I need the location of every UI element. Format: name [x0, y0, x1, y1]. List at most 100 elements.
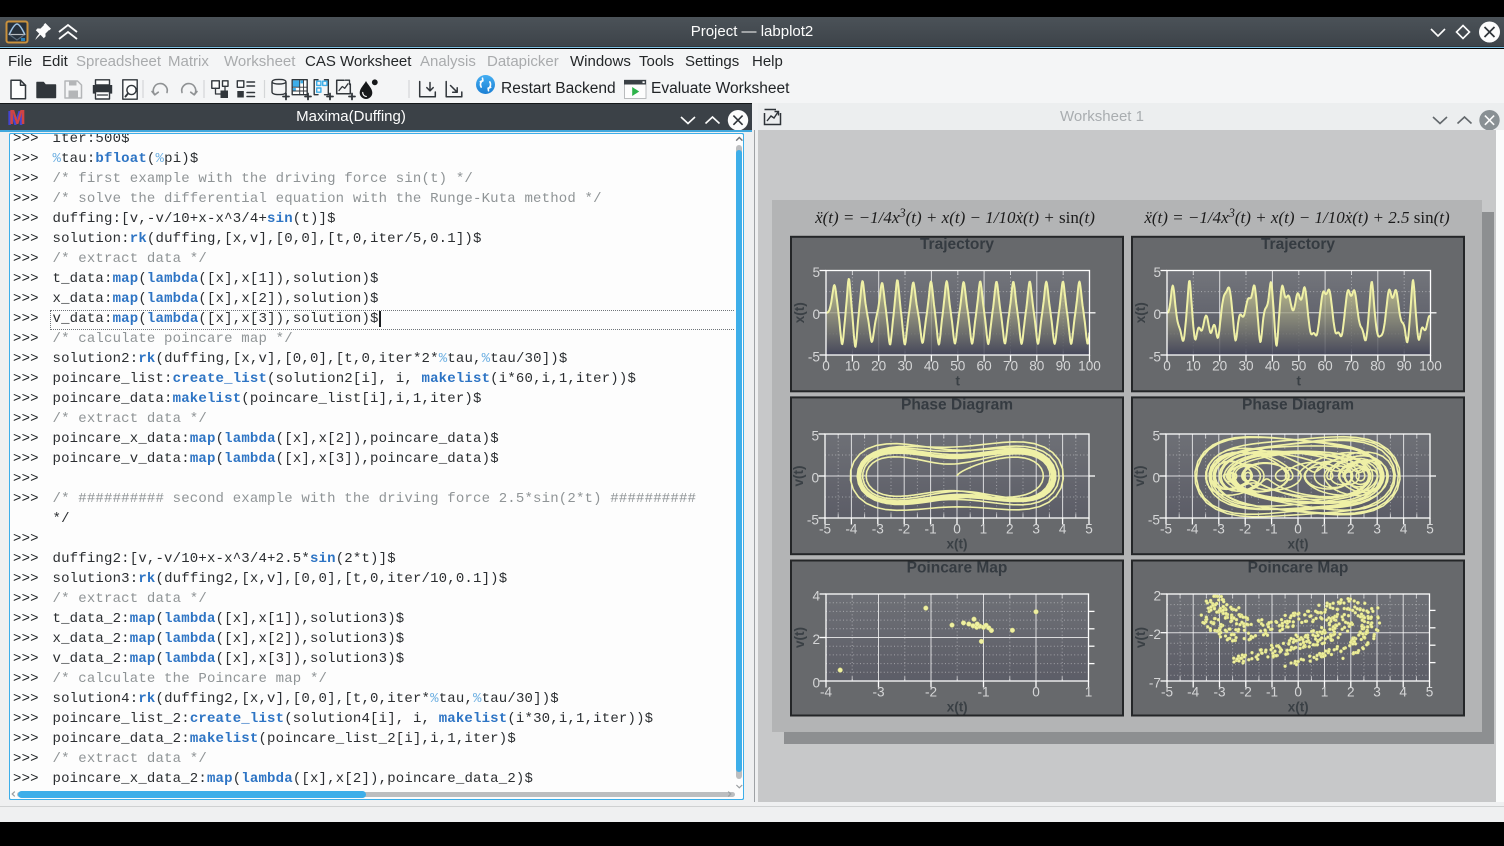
svg-text:-4: -4: [1186, 522, 1199, 537]
svg-text:50: 50: [1291, 359, 1307, 374]
svg-text:-2: -2: [1239, 522, 1251, 537]
svg-text:80: 80: [1370, 359, 1386, 374]
svg-text:0: 0: [1032, 685, 1040, 700]
svg-text:-2: -2: [1149, 627, 1161, 642]
svg-text:-2: -2: [925, 685, 937, 700]
svg-text:10: 10: [1186, 359, 1202, 374]
svg-text:x(t): x(t): [947, 537, 968, 552]
svg-text:v(t): v(t): [791, 466, 806, 487]
svg-text:-3: -3: [872, 685, 884, 700]
svg-text:70: 70: [1003, 359, 1019, 374]
svg-text:x(t): x(t): [1288, 700, 1309, 715]
svg-text:2: 2: [1153, 589, 1161, 604]
svg-text:-7: -7: [1149, 676, 1161, 691]
svg-text:-2: -2: [1240, 685, 1252, 700]
svg-text:x(t): x(t): [1133, 302, 1148, 323]
svg-text:4: 4: [812, 589, 820, 604]
svg-text:t: t: [956, 374, 961, 389]
svg-text:-5: -5: [1149, 350, 1161, 365]
svg-text:60: 60: [977, 359, 993, 374]
svg-text:0: 0: [811, 471, 819, 486]
svg-text:5: 5: [812, 265, 820, 280]
svg-text:t: t: [1297, 374, 1302, 389]
svg-text:ẍ(t) = −1/4x3(t) + x(t) − 1/1: ẍ(t) = −1/4x3(t) + x(t) − 1/10ẋ(t) + s…: [814, 206, 1095, 227]
svg-text:Trajectory: Trajectory: [920, 236, 994, 253]
svg-text:Phase Diagram: Phase Diagram: [1242, 396, 1354, 413]
svg-text:0: 0: [1152, 471, 1160, 486]
svg-text:0: 0: [812, 676, 820, 691]
svg-text:1: 1: [1321, 685, 1329, 700]
svg-text:40: 40: [924, 359, 940, 374]
svg-text:-1: -1: [925, 522, 937, 537]
svg-text:5: 5: [1085, 522, 1093, 537]
svg-text:-1: -1: [1266, 685, 1278, 700]
svg-text:60: 60: [1318, 359, 1334, 374]
svg-text:x(t): x(t): [947, 700, 968, 715]
svg-text:40: 40: [1265, 359, 1281, 374]
svg-text:4: 4: [1400, 522, 1408, 537]
svg-text:Poincare Map: Poincare Map: [907, 560, 1008, 577]
svg-text:-3: -3: [1213, 522, 1225, 537]
svg-text:4: 4: [1399, 685, 1407, 700]
svg-text:ẍ(t) = −1/4x3(t) + x(t) − 1/1: ẍ(t) = −1/4x3(t) + x(t) − 1/10ẋ(t) + 2…: [1143, 206, 1450, 227]
svg-text:30: 30: [1238, 359, 1254, 374]
svg-text:-5: -5: [1148, 513, 1160, 528]
svg-text:4: 4: [1059, 522, 1067, 537]
svg-text:-4: -4: [1187, 685, 1200, 700]
svg-text:-1: -1: [977, 685, 989, 700]
svg-text:2: 2: [812, 632, 820, 647]
svg-text:3: 3: [1373, 685, 1381, 700]
svg-text:-3: -3: [1213, 685, 1225, 700]
svg-text:5: 5: [1152, 429, 1160, 444]
svg-text:-3: -3: [872, 522, 884, 537]
svg-text:v(t): v(t): [792, 627, 807, 648]
svg-text:-2: -2: [898, 522, 910, 537]
svg-text:-4: -4: [845, 522, 858, 537]
svg-text:-5: -5: [807, 513, 819, 528]
svg-text:0: 0: [812, 307, 820, 322]
svg-text:x(t): x(t): [1288, 537, 1309, 552]
svg-text:Trajectory: Trajectory: [1261, 236, 1335, 253]
svg-text:1: 1: [1085, 685, 1093, 700]
svg-text:v(t): v(t): [1132, 466, 1147, 487]
svg-text:70: 70: [1344, 359, 1360, 374]
svg-text:M: M: [9, 107, 26, 129]
svg-text:100: 100: [1078, 359, 1101, 374]
svg-text:80: 80: [1029, 359, 1045, 374]
svg-text:5: 5: [1153, 265, 1161, 280]
svg-text:x(t): x(t): [792, 302, 807, 323]
svg-text:100: 100: [1419, 359, 1442, 374]
svg-text:0: 0: [1153, 307, 1161, 322]
svg-text:2: 2: [1347, 685, 1355, 700]
svg-text:50: 50: [950, 359, 966, 374]
svg-text:Phase Diagram: Phase Diagram: [901, 396, 1013, 413]
svg-text:Poincare Map: Poincare Map: [1248, 560, 1349, 577]
svg-text:1: 1: [980, 522, 988, 537]
svg-text:5: 5: [1426, 522, 1434, 537]
svg-text:20: 20: [1212, 359, 1228, 374]
svg-text:-5: -5: [1161, 685, 1173, 700]
svg-text:0: 0: [822, 359, 830, 374]
svg-text:0: 0: [1294, 685, 1302, 700]
svg-text:-5: -5: [819, 522, 831, 537]
svg-text:5: 5: [811, 429, 819, 444]
svg-text:2: 2: [1347, 522, 1355, 537]
svg-text:20: 20: [871, 359, 887, 374]
svg-text:90: 90: [1397, 359, 1413, 374]
svg-text:-5: -5: [808, 350, 820, 365]
svg-text:10: 10: [845, 359, 861, 374]
svg-text:3: 3: [1373, 522, 1381, 537]
svg-text:0: 0: [1163, 359, 1171, 374]
svg-text:-4: -4: [820, 685, 833, 700]
svg-text:v(t): v(t): [1133, 627, 1148, 648]
svg-text:3: 3: [1032, 522, 1040, 537]
svg-text:5: 5: [1426, 685, 1434, 700]
svg-text:90: 90: [1056, 359, 1072, 374]
svg-text:30: 30: [897, 359, 913, 374]
svg-text:0: 0: [1294, 522, 1302, 537]
svg-text:-1: -1: [1266, 522, 1278, 537]
svg-text:0: 0: [953, 522, 961, 537]
svg-text:-5: -5: [1160, 522, 1172, 537]
svg-text:2: 2: [1006, 522, 1014, 537]
svg-text:1: 1: [1321, 522, 1329, 537]
